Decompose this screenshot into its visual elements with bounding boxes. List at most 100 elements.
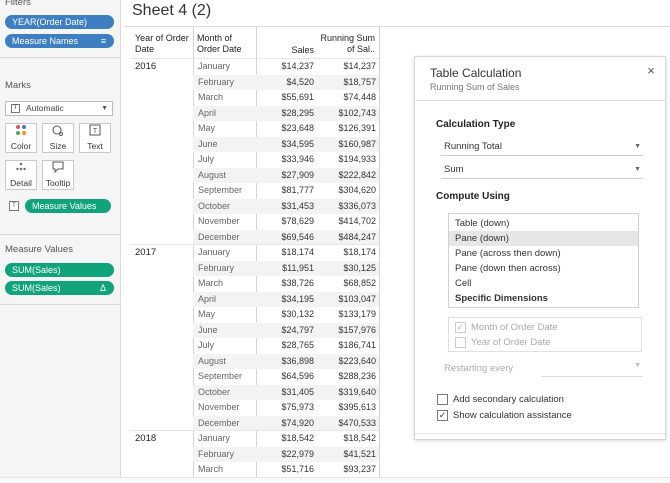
sales-cell[interactable]: $24,797 xyxy=(258,323,314,339)
running-sum-cell[interactable]: $194,933 xyxy=(318,152,376,168)
running-sum-cell[interactable]: $74,448 xyxy=(318,90,376,106)
sales-cell[interactable]: $38,726 xyxy=(258,276,314,292)
running-sum-cell[interactable]: $484,247 xyxy=(318,230,376,246)
measure-value-pill-running-sales[interactable]: SUM(Sales) Δ xyxy=(5,281,114,295)
year-header-cell[interactable]: 2017 xyxy=(135,245,156,261)
month-cell[interactable]: February xyxy=(198,75,234,91)
sales-cell[interactable]: $18,542 xyxy=(258,431,314,447)
sales-cell[interactable]: $23,648 xyxy=(258,121,314,137)
sales-cell[interactable]: $30,132 xyxy=(258,307,314,323)
sales-cell[interactable]: $11,951 xyxy=(258,261,314,277)
running-sum-cell[interactable]: $395,613 xyxy=(318,400,376,416)
compute-option-table-down[interactable]: Table (down) xyxy=(449,216,638,231)
month-cell[interactable]: February xyxy=(198,447,234,463)
compute-option-specific-dimensions[interactable]: Specific Dimensions xyxy=(449,291,638,306)
month-cell[interactable]: March xyxy=(198,276,223,292)
month-cell[interactable]: August xyxy=(198,168,226,184)
month-cell[interactable]: April xyxy=(198,106,216,122)
sales-cell[interactable]: $22,979 xyxy=(258,447,314,463)
close-icon[interactable]: × xyxy=(644,64,658,78)
sales-cell[interactable]: $34,195 xyxy=(258,292,314,308)
running-sum-cell[interactable]: $336,073 xyxy=(318,199,376,215)
month-cell[interactable]: May xyxy=(198,121,215,137)
running-sum-cell[interactable]: $126,391 xyxy=(318,121,376,137)
running-sum-cell[interactable]: $222,842 xyxy=(318,168,376,184)
month-cell[interactable]: June xyxy=(198,323,218,339)
running-sum-cell[interactable]: $93,237 xyxy=(318,462,376,478)
month-cell[interactable]: March xyxy=(198,462,223,478)
sales-cell[interactable]: $64,596 xyxy=(258,369,314,385)
running-sum-cell[interactable]: $133,179 xyxy=(318,307,376,323)
running-sum-cell[interactable]: $304,620 xyxy=(318,183,376,199)
month-cell[interactable]: January xyxy=(198,431,230,447)
running-sum-cell[interactable]: $68,852 xyxy=(318,276,376,292)
sales-cell[interactable]: $4,520 xyxy=(258,75,314,91)
running-sum-cell[interactable]: $41,521 xyxy=(318,447,376,463)
restarting-every-select[interactable]: ▼ xyxy=(541,360,643,377)
month-cell[interactable]: June xyxy=(198,137,218,153)
running-sum-cell[interactable]: $470,533 xyxy=(318,416,376,432)
calc-type-select[interactable]: Running Total ▼ xyxy=(441,139,643,156)
sales-cell[interactable]: $74,920 xyxy=(258,416,314,432)
sales-cell[interactable]: $36,898 xyxy=(258,354,314,370)
month-cell[interactable]: October xyxy=(198,199,230,215)
compute-option-pane-down[interactable]: Pane (down) xyxy=(449,231,638,246)
running-sum-cell[interactable]: $223,640 xyxy=(318,354,376,370)
header-year[interactable]: Year of Order Date xyxy=(135,33,191,55)
month-cell[interactable]: December xyxy=(198,230,240,246)
running-sum-cell[interactable]: $160,987 xyxy=(318,137,376,153)
month-cell[interactable]: January xyxy=(198,59,230,75)
running-sum-cell[interactable]: $157,976 xyxy=(318,323,376,339)
running-sum-cell[interactable]: $102,743 xyxy=(318,106,376,122)
month-cell[interactable]: March xyxy=(198,90,223,106)
running-sum-cell[interactable]: $103,047 xyxy=(318,292,376,308)
month-cell[interactable]: January xyxy=(198,245,230,261)
running-sum-cell[interactable]: $14,237 xyxy=(318,59,376,75)
month-cell[interactable]: August xyxy=(198,354,226,370)
measure-value-pill-sales[interactable]: SUM(Sales) xyxy=(5,263,114,277)
month-cell[interactable]: October xyxy=(198,385,230,401)
sales-cell[interactable]: $28,765 xyxy=(258,338,314,354)
month-cell[interactable]: February xyxy=(198,261,234,277)
running-sum-cell[interactable]: $414,702 xyxy=(318,214,376,230)
marks-text-button[interactable]: T Text xyxy=(79,123,111,153)
year-header-cell[interactable]: 2018 xyxy=(135,431,156,447)
header-sales[interactable]: Sales xyxy=(262,45,314,56)
filter-pill-measure-names[interactable]: Measure Names ≡ xyxy=(5,34,114,48)
running-sum-cell[interactable]: $186,741 xyxy=(318,338,376,354)
sales-cell[interactable]: $69,546 xyxy=(258,230,314,246)
compute-option-pane-down-then-across[interactable]: Pane (down then across) xyxy=(449,261,638,276)
sales-cell[interactable]: $81,777 xyxy=(258,183,314,199)
sales-cell[interactable]: $28,295 xyxy=(258,106,314,122)
month-cell[interactable]: September xyxy=(198,183,242,199)
year-header-cell[interactable]: 2016 xyxy=(135,59,156,75)
sales-cell[interactable]: $55,691 xyxy=(258,90,314,106)
running-sum-cell[interactable]: $319,640 xyxy=(318,385,376,401)
sales-cell[interactable]: $14,237 xyxy=(258,59,314,75)
aggregation-select[interactable]: Sum ▼ xyxy=(441,162,643,179)
marks-text-pill[interactable]: Measure Values xyxy=(25,199,111,213)
compute-option-pane-across-then-down[interactable]: Pane (across then down) xyxy=(449,246,638,261)
marks-size-button[interactable]: Size xyxy=(42,123,74,153)
marks-tooltip-button[interactable]: Tooltip xyxy=(42,160,74,190)
month-cell[interactable]: November xyxy=(198,400,240,416)
sales-cell[interactable]: $18,174 xyxy=(258,245,314,261)
running-sum-cell[interactable]: $18,542 xyxy=(318,431,376,447)
running-sum-cell[interactable]: $18,757 xyxy=(318,75,376,91)
month-cell[interactable]: July xyxy=(198,338,214,354)
sales-cell[interactable]: $27,909 xyxy=(258,168,314,184)
marks-detail-button[interactable]: Detail xyxy=(5,160,37,190)
sales-cell[interactable]: $75,973 xyxy=(258,400,314,416)
month-cell[interactable]: September xyxy=(198,369,242,385)
sales-cell[interactable]: $78,629 xyxy=(258,214,314,230)
sales-cell[interactable]: $33,946 xyxy=(258,152,314,168)
mark-type-select[interactable]: T Automatic ▼ xyxy=(5,101,113,116)
sales-cell[interactable]: $31,453 xyxy=(258,199,314,215)
sales-cell[interactable]: $51,716 xyxy=(258,462,314,478)
compute-option-cell[interactable]: Cell xyxy=(449,276,638,291)
filter-pill-year[interactable]: YEAR(Order Date) xyxy=(5,15,114,29)
marks-color-button[interactable]: Color xyxy=(5,123,37,153)
header-month[interactable]: Month of Order Date xyxy=(197,33,255,55)
month-cell[interactable]: July xyxy=(198,152,214,168)
sales-cell[interactable]: $34,595 xyxy=(258,137,314,153)
